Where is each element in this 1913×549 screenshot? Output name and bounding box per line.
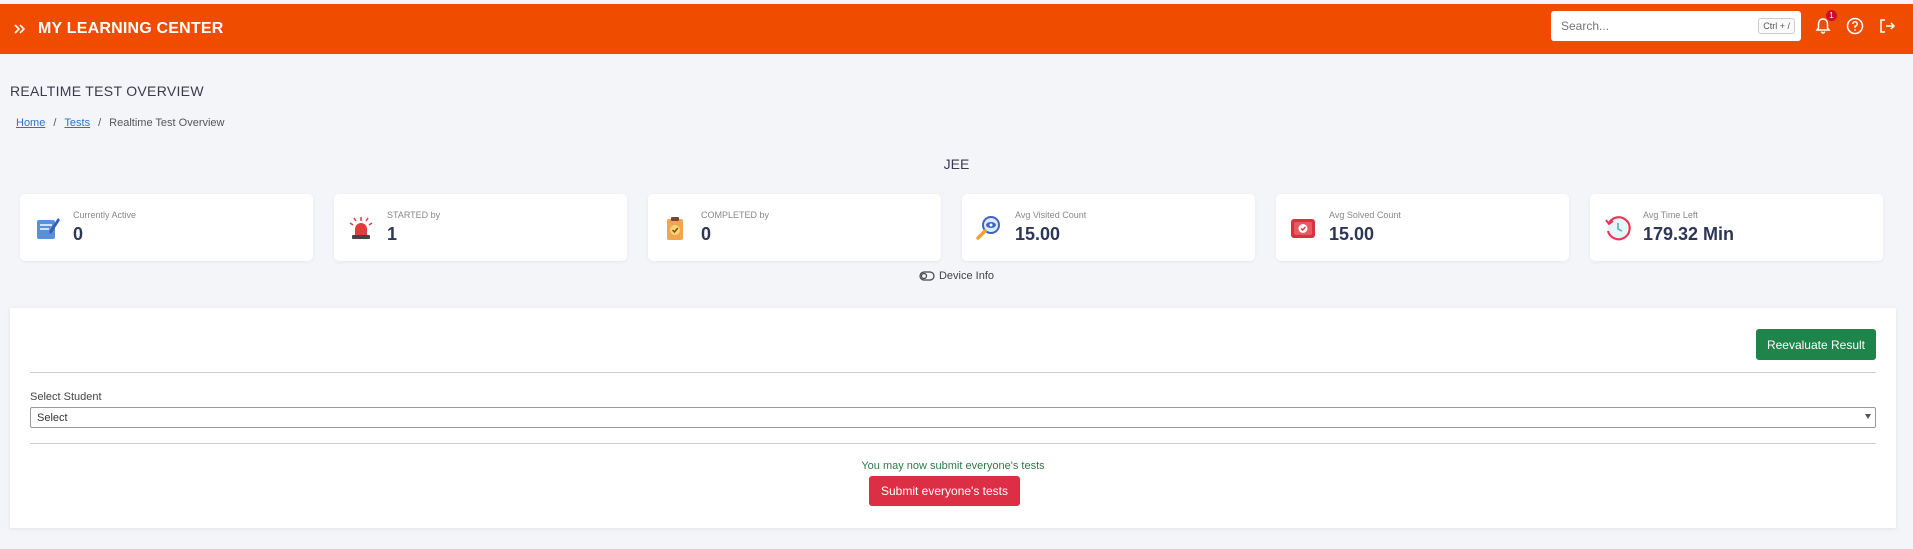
tablet-pen-icon: [32, 213, 62, 243]
breadcrumb-home-link[interactable]: Home: [16, 117, 45, 129]
clipboard-check-icon: [660, 213, 690, 243]
select-student-value: Select: [37, 411, 68, 424]
calendar-check-icon: [1288, 213, 1318, 243]
search-input[interactable]: [1561, 19, 1759, 33]
notification-badge: 1: [1826, 10, 1837, 21]
breadcrumb-separator: /: [98, 117, 102, 129]
stat-card-currently-active: Currently Active 0: [20, 194, 313, 261]
divider: [30, 372, 1876, 373]
submit-all-tests-button[interactable]: Submit everyone's tests: [869, 476, 1021, 506]
stat-label: Avg Visited Count: [1015, 210, 1087, 220]
divider: [30, 443, 1876, 444]
app-brand[interactable]: MY LEARNING CENTER: [38, 20, 224, 38]
device-info-label: Device Info: [938, 270, 995, 282]
reevaluate-result-button[interactable]: Reevaluate Result: [1755, 329, 1876, 360]
siren-icon: [346, 213, 376, 243]
breadcrumb-separator: /: [53, 117, 57, 129]
test-group-name: JEE: [943, 156, 970, 172]
stat-card-started-by: STARTED by 1: [334, 194, 627, 261]
stat-card-avg-visited-count: Avg Visited Count 15.00: [962, 194, 1255, 261]
stat-label: COMPLETED by: [701, 210, 770, 220]
search-box[interactable]: Ctrl + /: [1551, 11, 1801, 41]
breadcrumb: Home / Tests / Realtime Test Overview: [16, 117, 225, 129]
stat-label: Avg Time Left: [1643, 210, 1698, 220]
page-title: REALTIME TEST OVERVIEW: [10, 83, 204, 99]
stat-label: Avg Solved Count: [1329, 210, 1401, 220]
select-student-label: Select Student: [30, 391, 102, 403]
stat-value: 1: [387, 224, 398, 244]
toggle-icon: [919, 271, 935, 281]
stat-value: 15.00: [1329, 224, 1375, 244]
stat-value: 0: [73, 224, 84, 244]
notification-bell-icon[interactable]: 1: [1813, 10, 1837, 36]
chevron-down-icon: [1865, 414, 1871, 419]
breadcrumb-current: Realtime Test Overview: [109, 117, 225, 129]
stats-row: Currently Active 0 STARTED by 1 COMPLETE…: [20, 194, 1883, 261]
breadcrumb-tests-link[interactable]: Tests: [64, 117, 90, 129]
stat-card-avg-time-left: Avg Time Left 179.32 Min: [1590, 194, 1883, 261]
stat-label: STARTED by: [387, 210, 441, 220]
sidebar-toggle-icon[interactable]: [10, 19, 30, 39]
logout-icon[interactable]: [1877, 16, 1897, 36]
top-navbar: MY LEARNING CENTER Ctrl + / 1: [0, 4, 1913, 54]
search-shortcut-hint: Ctrl + /: [1758, 18, 1795, 34]
stat-value: 179.32 Min: [1643, 224, 1735, 244]
stat-card-avg-solved-count: Avg Solved Count 15.00: [1276, 194, 1569, 261]
stat-card-completed-by: COMPLETED by 0: [648, 194, 941, 261]
clock-rewind-icon: [1602, 213, 1632, 243]
main-panel: Reevaluate Result Select Student Select …: [10, 308, 1896, 528]
help-icon[interactable]: [1845, 16, 1865, 36]
device-info-toggle[interactable]: Device Info: [0, 270, 1913, 282]
magnifier-eye-icon: [974, 213, 1004, 243]
select-student-dropdown[interactable]: Select: [30, 407, 1876, 428]
submit-note: You may now submit everyone's tests: [861, 460, 1045, 472]
stat-value: 0: [701, 224, 712, 244]
stat-label: Currently Active: [73, 210, 137, 220]
stat-value: 15.00: [1015, 224, 1061, 244]
